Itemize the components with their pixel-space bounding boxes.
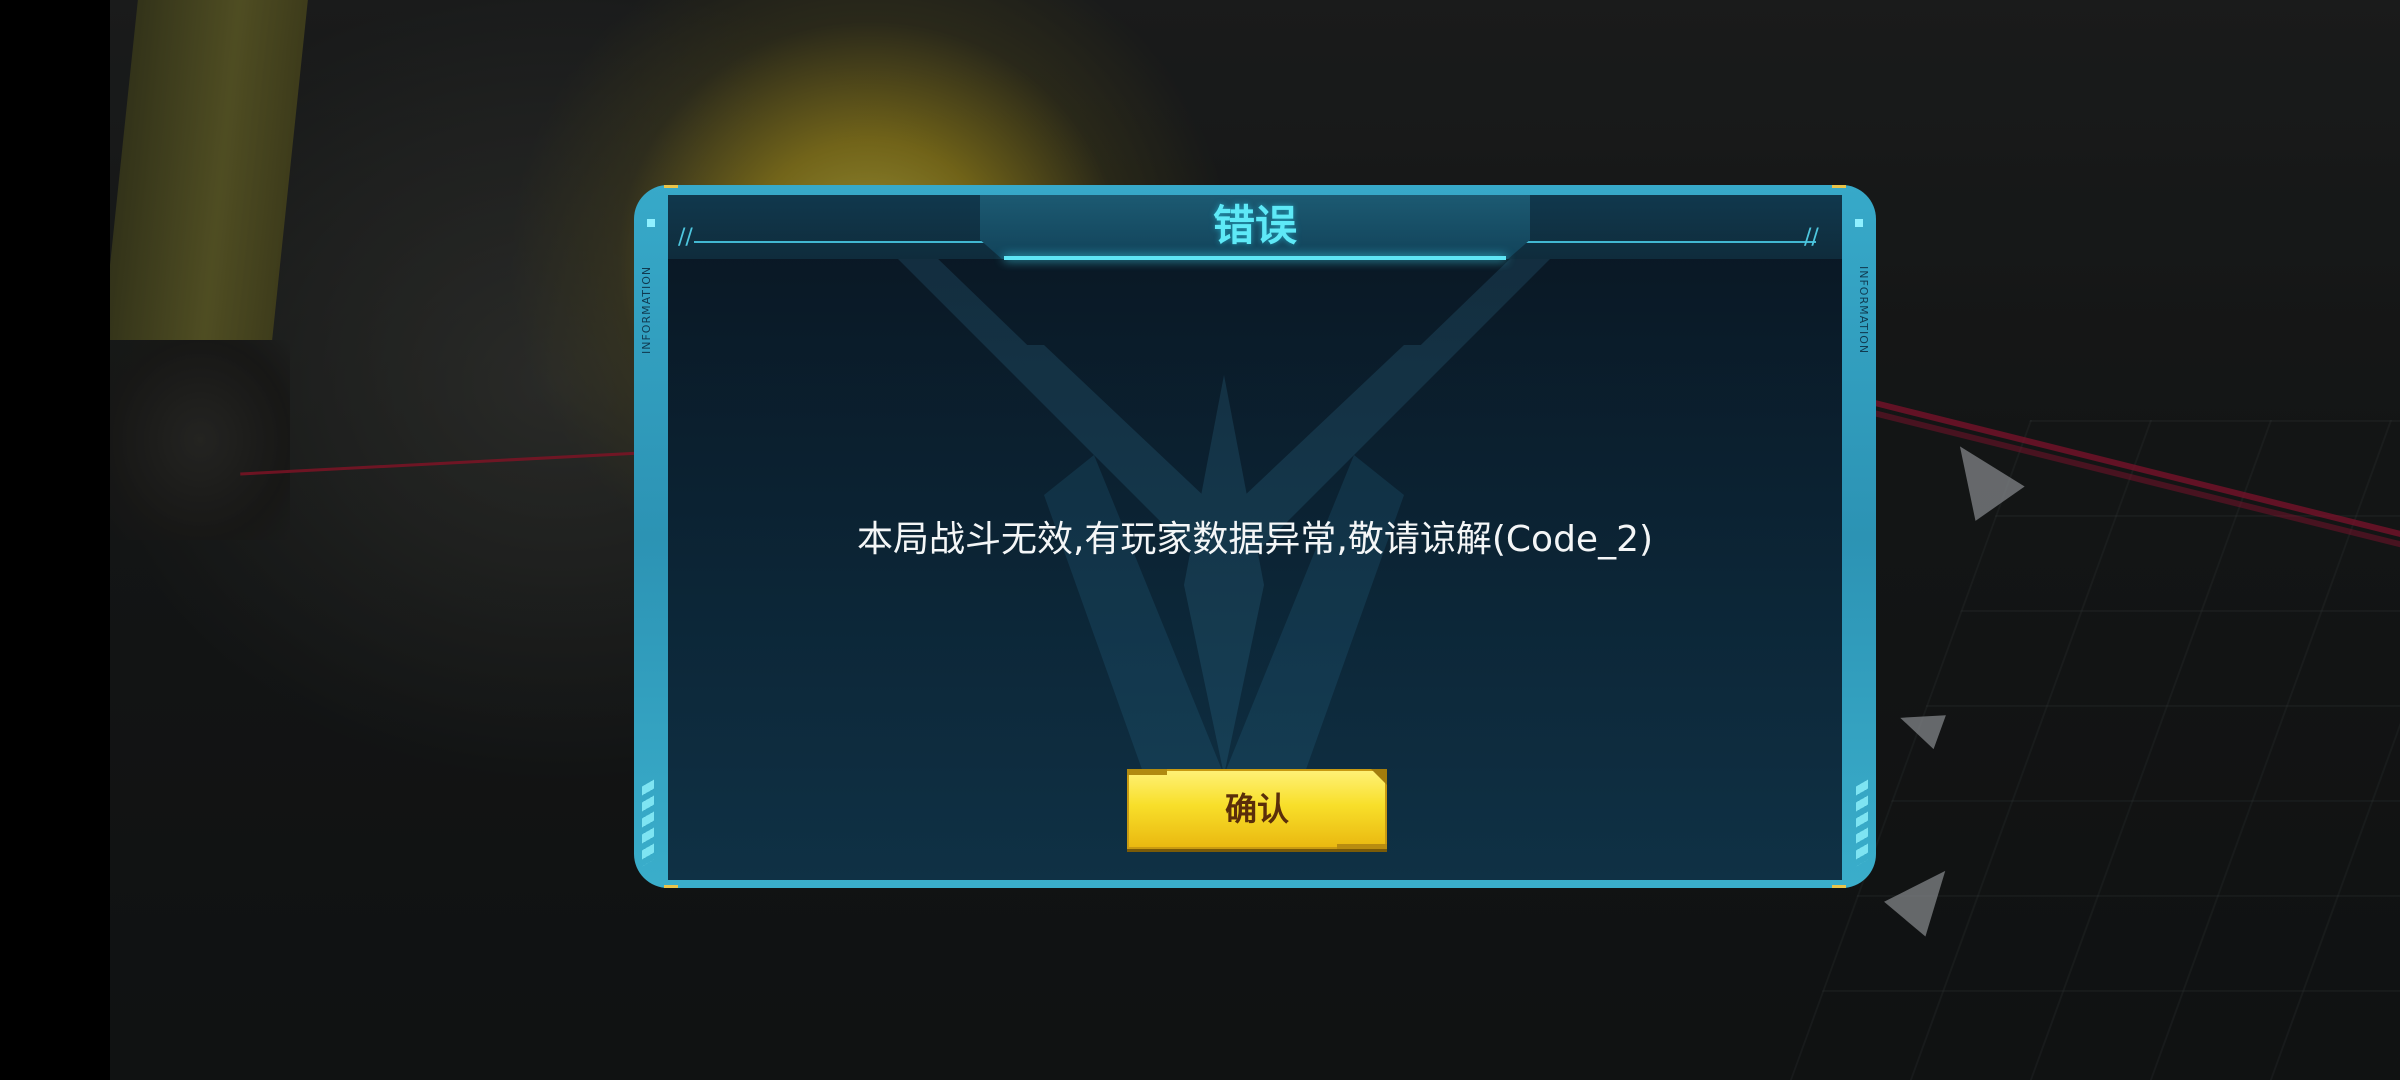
screen-cutout <box>0 0 110 1080</box>
header-slash-right-icon: // <box>1804 225 1819 250</box>
corner-accent-icon <box>664 185 678 202</box>
rail-marker-icon <box>1855 219 1863 227</box>
title-tab-glow <box>1004 256 1506 260</box>
side-label-right: INFORMATION <box>1857 265 1870 355</box>
error-dialog: // // 错误 INFORMATION INFORMATION 本局战斗无效,… <box>634 185 1876 888</box>
corner-accent-icon <box>1832 871 1846 888</box>
confirm-button[interactable]: 确认 <box>1127 769 1387 849</box>
rail-stripes-icon <box>1856 779 1868 867</box>
error-message: 本局战斗无效,有玩家数据异常,敬请谅解(Code_2) <box>856 519 1654 560</box>
rail-marker-icon <box>647 219 655 227</box>
header-slash-left-icon: // <box>678 225 693 250</box>
rail-stripes-icon <box>642 779 654 867</box>
header-line-right <box>1516 241 1816 243</box>
header-line-left <box>694 241 994 243</box>
game-screen: // // 错误 INFORMATION INFORMATION 本局战斗无效,… <box>0 0 2400 1080</box>
corner-accent-icon <box>1832 185 1846 202</box>
corner-accent-icon <box>664 871 678 888</box>
side-label-left: INFORMATION <box>640 265 653 355</box>
dialog-title: 错误 <box>1212 201 1297 250</box>
confirm-label: 确认 <box>1224 790 1289 828</box>
